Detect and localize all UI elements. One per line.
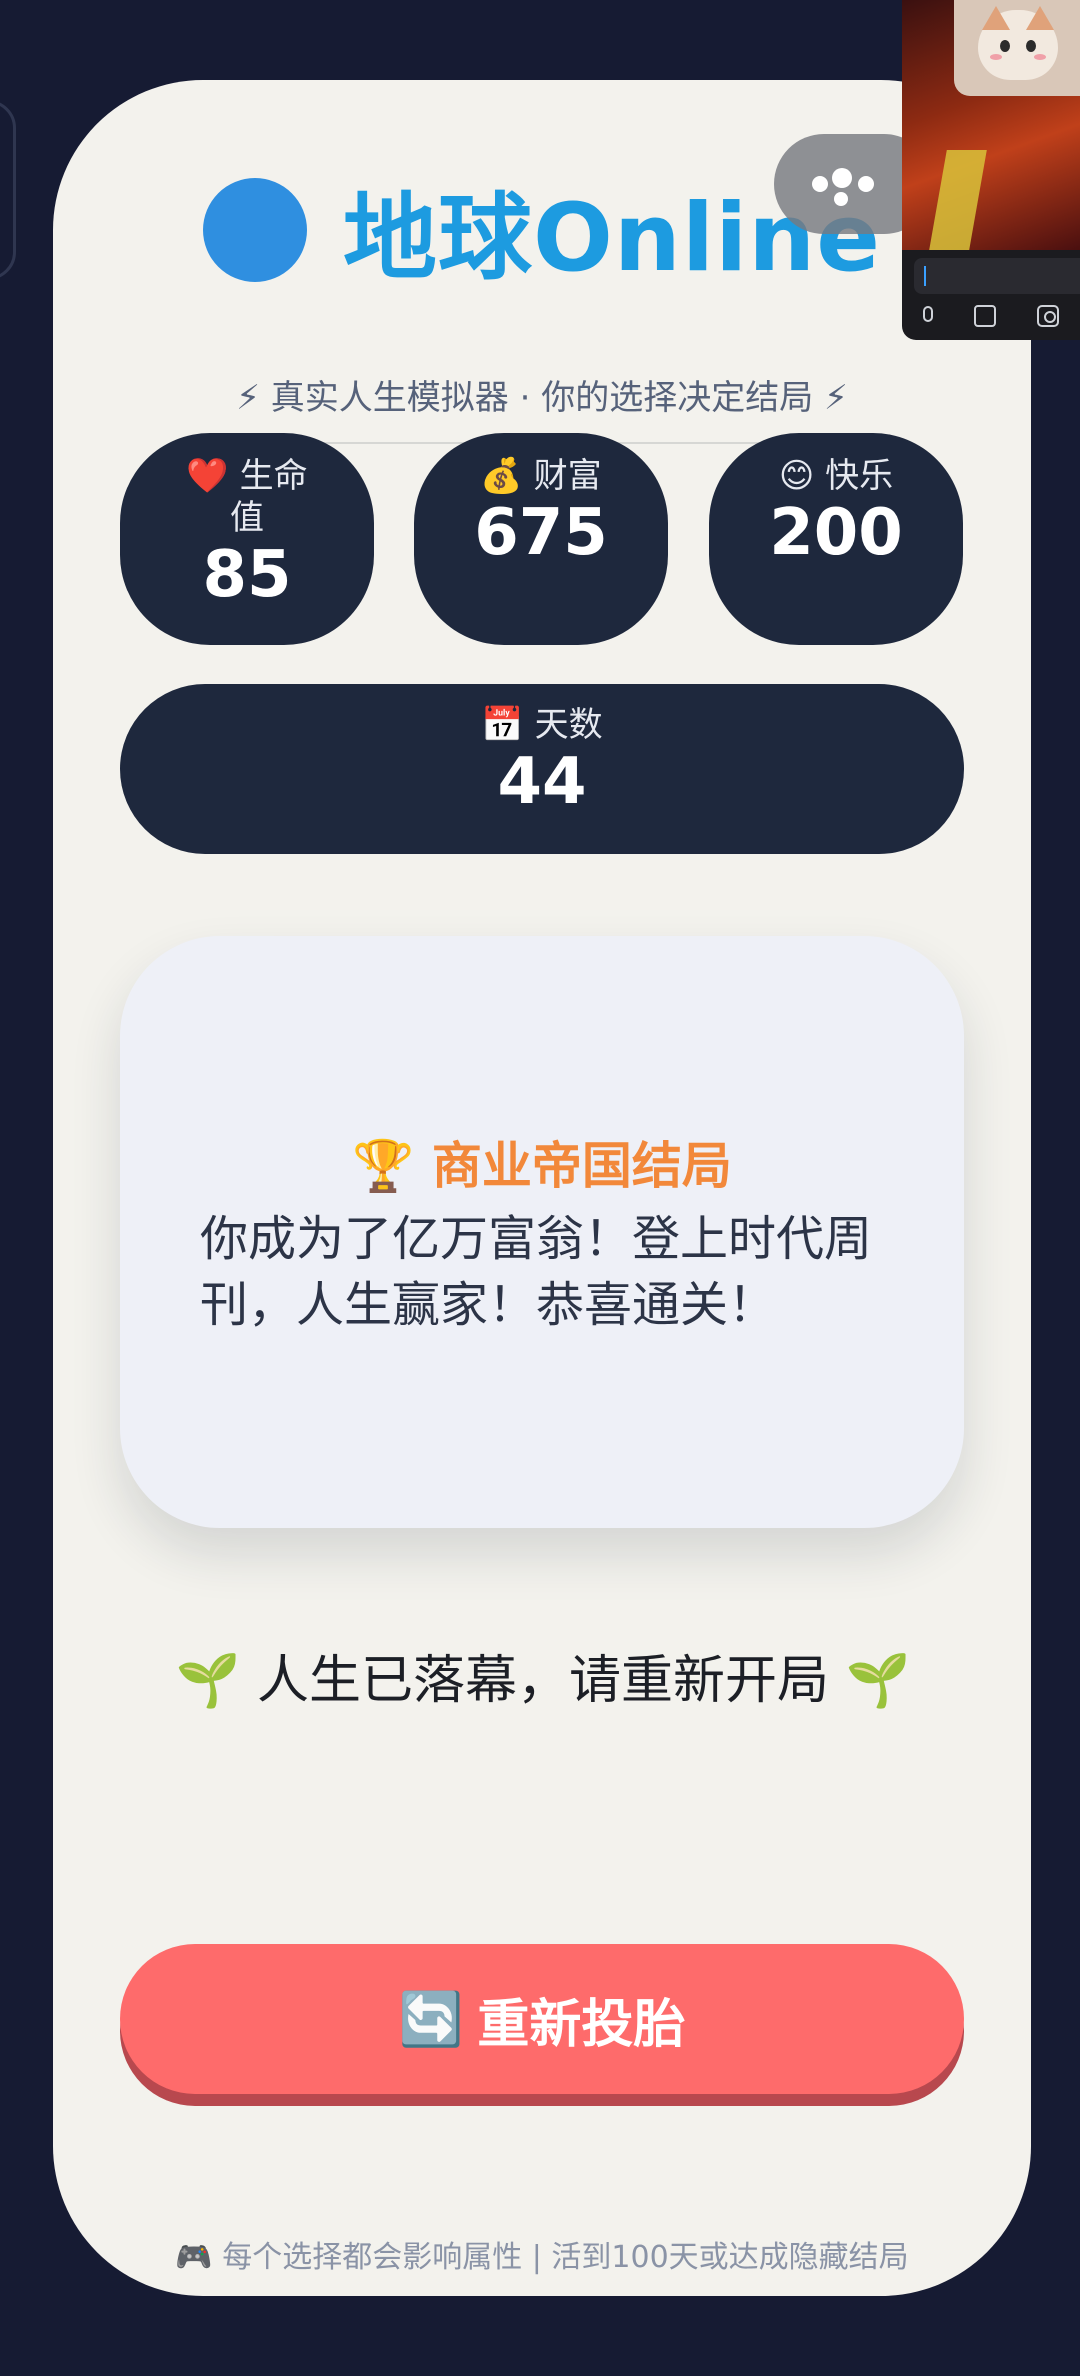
background-frame-edge xyxy=(0,100,16,280)
floating-video-window[interactable] xyxy=(902,0,1080,340)
heart-icon: ❤️ xyxy=(186,456,229,496)
money-bag-icon: 💰 xyxy=(480,456,523,496)
restart-button[interactable]: 🔄 重新投胎 xyxy=(120,1944,964,2094)
ending-title: 商业帝国结局 xyxy=(431,1137,732,1195)
text-caret xyxy=(924,266,926,286)
stat-happiness: 😊 快乐 200 xyxy=(709,433,963,645)
video-highlight xyxy=(929,150,987,250)
kitten-ear xyxy=(1026,6,1054,30)
pip-toolbar xyxy=(902,300,1080,332)
stat-wealth-value: 675 xyxy=(474,496,608,570)
smile-icon: 😊 xyxy=(778,456,815,496)
assistant-dot-icon xyxy=(858,176,874,192)
assistant-dot-icon xyxy=(832,168,852,188)
game-card: 地球Online ⚡ 真实人生模拟器 · 你的选择决定结局 ⚡ ❤️ 生命值 8… xyxy=(53,80,1031,2296)
kitten-eye xyxy=(1026,40,1036,52)
stat-wealth-label-row: 💰 财富 xyxy=(414,455,668,497)
message-input[interactable] xyxy=(914,258,1080,294)
stat-happiness-value: 200 xyxy=(769,496,903,570)
stat-health: ❤️ 生命值 85 xyxy=(120,433,374,645)
image-icon[interactable] xyxy=(973,305,996,327)
assistant-dot-icon xyxy=(812,176,828,192)
ending-title-row: 🏆 商业帝国结局 xyxy=(120,1126,964,1198)
stat-wealth: 💰 财富 675 xyxy=(414,433,668,645)
stat-wealth-label: 财富 xyxy=(533,456,602,496)
kitten-cheek xyxy=(1034,54,1046,60)
camera-icon[interactable] xyxy=(1037,305,1060,327)
stat-days: 📅 天数 44 xyxy=(120,684,964,854)
stat-days-value: 44 xyxy=(497,745,587,819)
kitten-thumbnail[interactable] xyxy=(954,0,1080,96)
kitten-cheek xyxy=(990,54,1002,60)
footer-hint: 🎮 每个选择都会影响属性 | 活到100天或达成隐藏结局 xyxy=(175,2240,909,2275)
refresh-icon: 🔄 xyxy=(398,1989,464,2050)
stat-health-label: 生命值 xyxy=(230,456,308,538)
stat-happiness-label-row: 😊 快乐 xyxy=(709,455,963,497)
kitten-eye xyxy=(1000,40,1010,52)
subtitle: ⚡ 真实人生模拟器 · 你的选择决定结局 ⚡ xyxy=(236,378,848,418)
kitten-face xyxy=(978,6,1058,80)
trophy-icon: 🏆 xyxy=(352,1137,415,1195)
stat-days-label: 天数 xyxy=(534,705,603,745)
kitten-ear xyxy=(982,6,1010,30)
stat-health-value: 85 xyxy=(202,538,292,612)
ending-description: 你成为了亿万富翁！登上时代周刊，人生赢家！恭喜通关！ xyxy=(200,1211,873,1333)
stat-health-label-row: ❤️ 生命值 xyxy=(172,455,322,539)
globe-icon xyxy=(203,178,308,282)
microphone-icon[interactable] xyxy=(922,306,933,322)
stat-happiness-label: 快乐 xyxy=(825,456,894,496)
ending-card: 🏆 商业帝国结局 你成为了亿万富翁！登上时代周刊，人生赢家！恭喜通关！ xyxy=(120,936,964,1528)
assistant-dot-icon xyxy=(834,192,848,206)
restart-button-label: 重新投胎 xyxy=(477,1994,686,2055)
stat-days-label-row: 📅 天数 xyxy=(120,704,964,746)
calendar-icon: 📅 xyxy=(481,705,524,745)
rebirth-message: 🌱 人生已落幕，请重新开局 🌱 xyxy=(175,1651,911,1711)
